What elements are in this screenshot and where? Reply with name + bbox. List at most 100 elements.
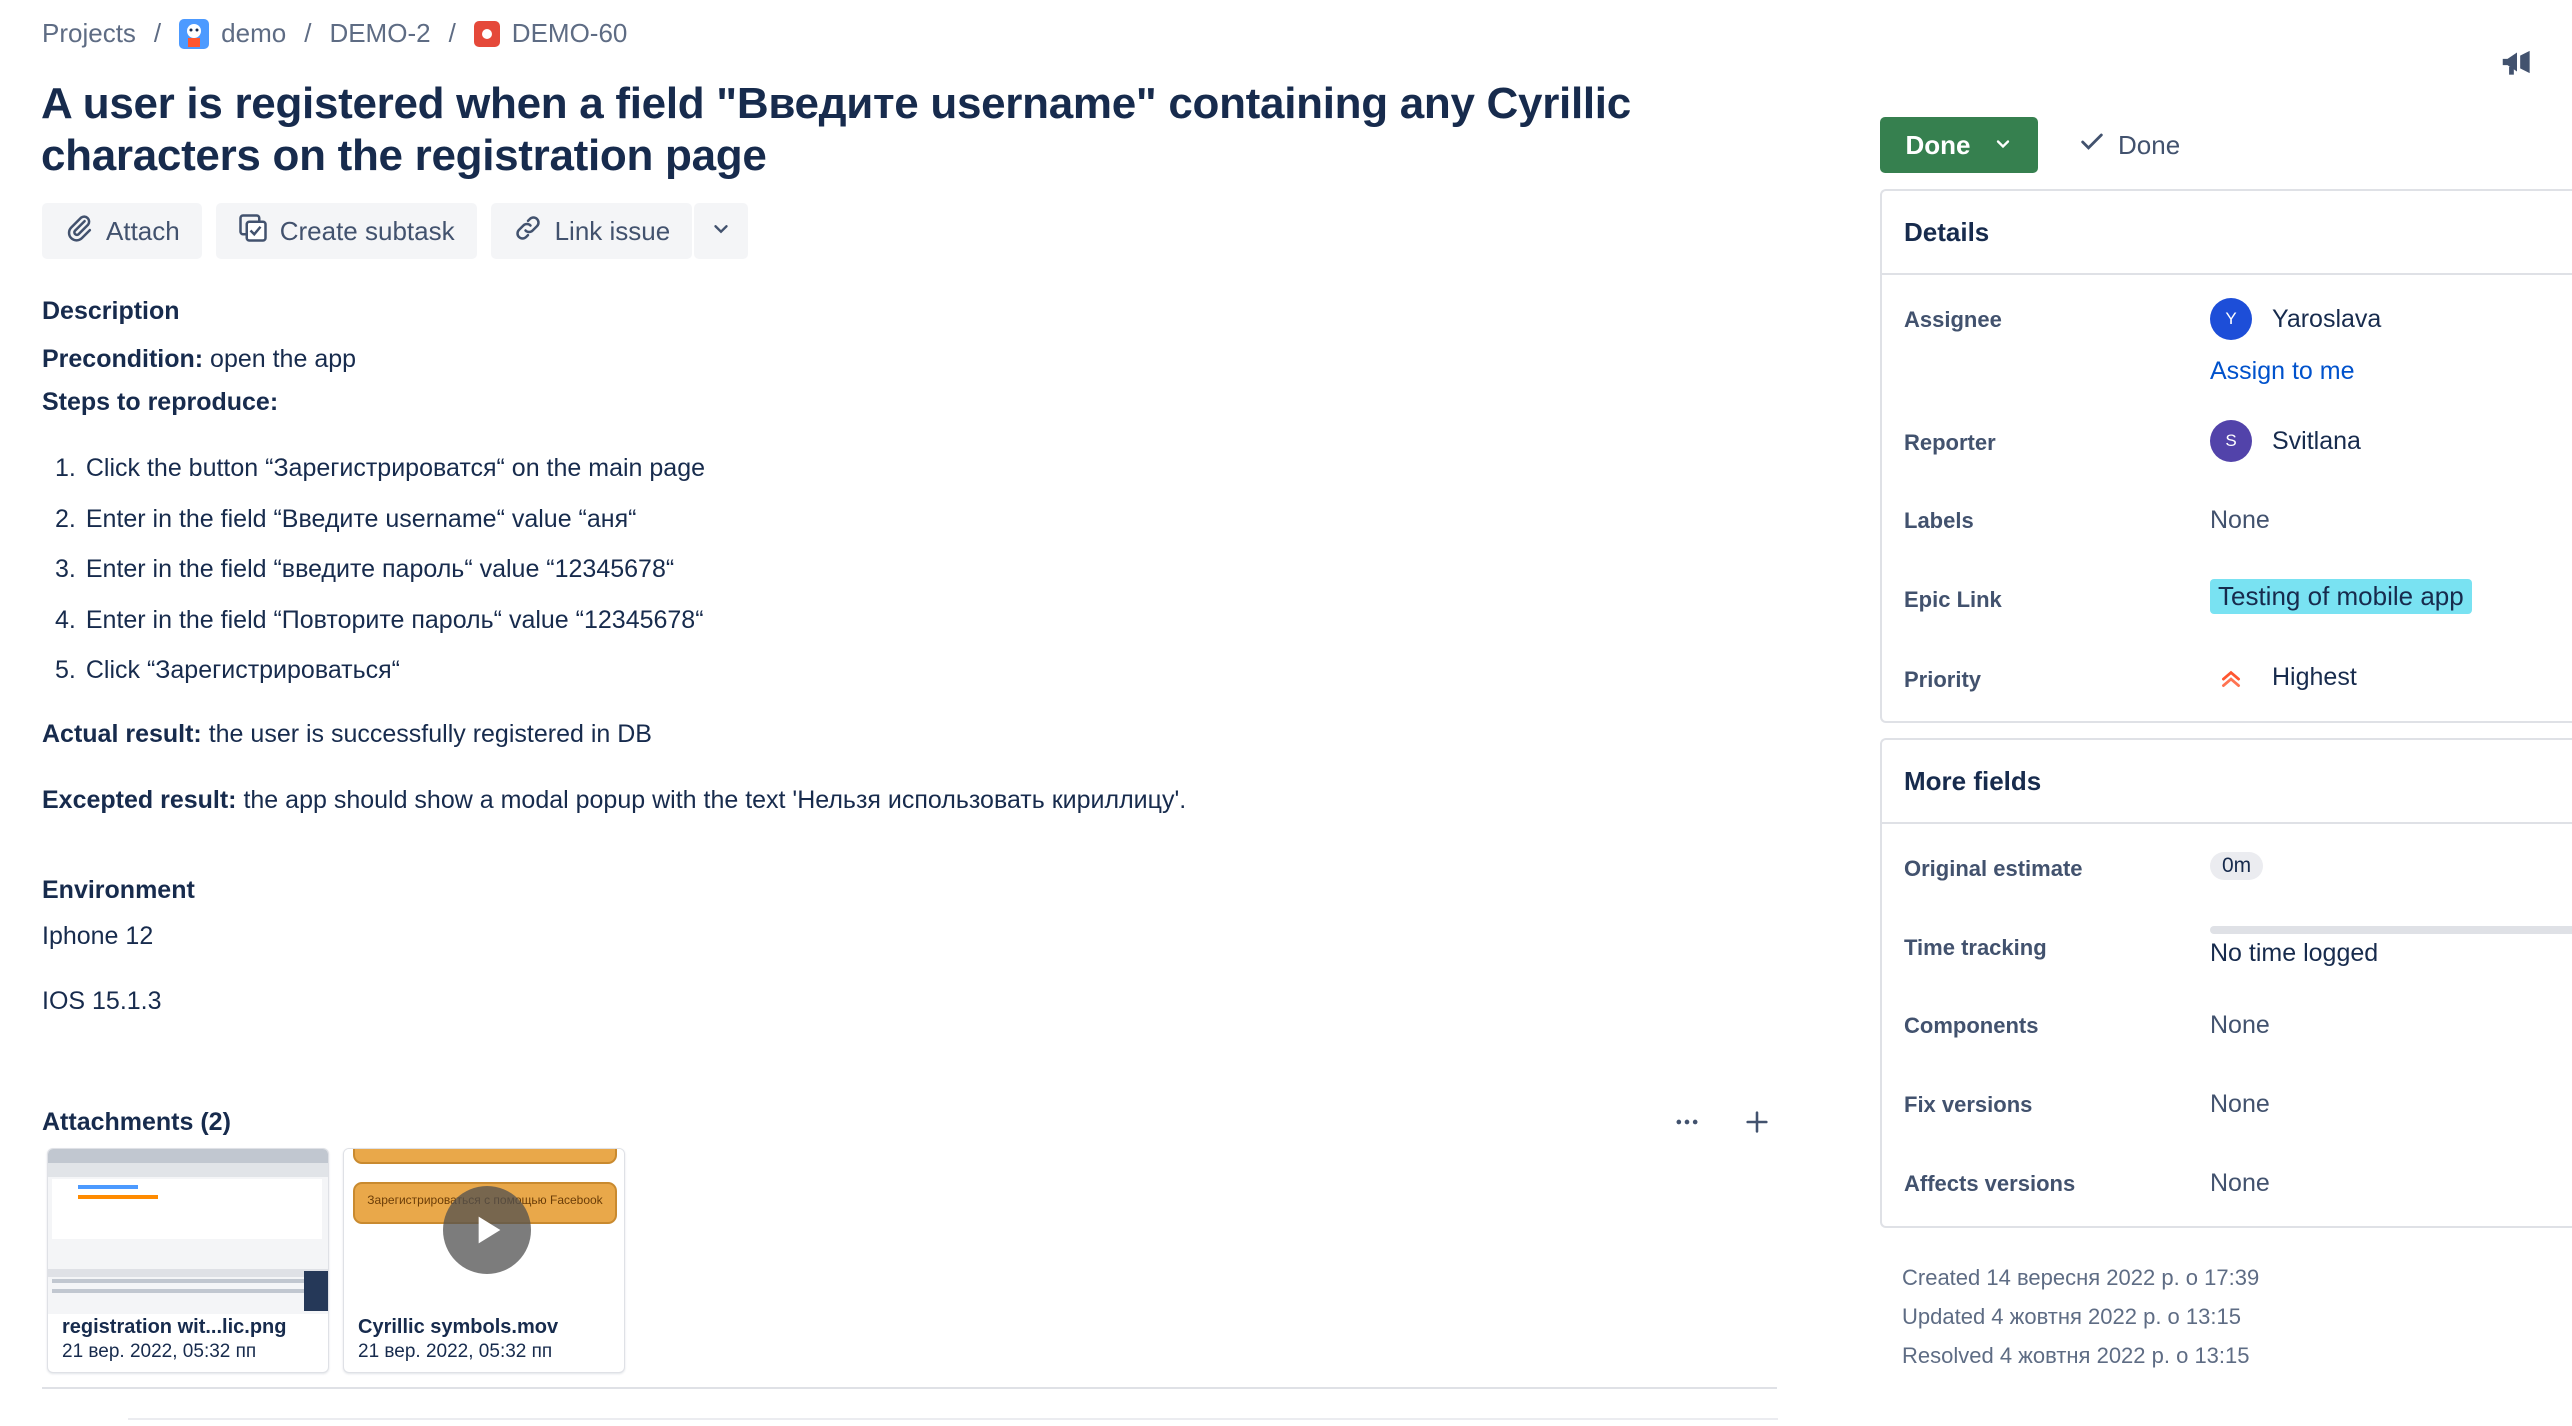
affects-versions-value[interactable]: None — [2210, 1169, 2270, 1198]
step-text: Click “Зарегистрироваться“ — [85, 656, 401, 684]
details-heading[interactable]: Details — [1882, 191, 2572, 275]
page-title[interactable]: A user is registered when a field "Введи… — [41, 78, 1761, 182]
create-subtask-label: Create subtask — [279, 215, 455, 246]
reporter-name: Svitlana — [2272, 426, 2361, 455]
labels-value[interactable]: None — [2210, 506, 2270, 535]
labels-label: Labels — [1904, 508, 1974, 533]
epic-lozenge[interactable]: Testing of mobile app — [2210, 579, 2472, 614]
breadcrumb-projects[interactable]: Projects — [42, 18, 136, 49]
project-avatar-icon — [179, 18, 210, 49]
time-tracking-bar[interactable] — [2210, 926, 2572, 934]
image-thumbnail — [48, 1149, 328, 1314]
environment-device: Iphone 12 — [42, 922, 154, 950]
attachments-heading: Attachments (2) — [42, 1107, 231, 1136]
priority-highest-icon — [2210, 665, 2252, 691]
avatar: S — [2210, 420, 2252, 462]
list-item: 3. Enter in the field “введите пароль“ va… — [55, 549, 705, 600]
divider — [42, 1387, 1777, 1389]
add-attachment-icon[interactable] — [1737, 1102, 1777, 1142]
components-value[interactable]: None — [2210, 1011, 2270, 1040]
attachment-name: registration wit...lic.png — [62, 1316, 287, 1338]
reporter-value[interactable]: S Svitlana — [2210, 420, 2361, 462]
create-subtask-button[interactable]: Create subtask — [215, 203, 477, 259]
fix-versions-value[interactable]: None — [2210, 1090, 2270, 1119]
breadcrumb: Projects / demo / DEMO-2 / DEMO-60 — [42, 18, 627, 49]
megaphone-icon[interactable] — [2495, 40, 2539, 84]
time-tracking-value[interactable]: No time logged — [2210, 939, 2378, 968]
list-item: 2. Enter in the field “Введите username“ … — [55, 499, 705, 550]
components-label: Components — [1904, 1013, 2039, 1038]
assignee-value[interactable]: Y Yaroslava — [2210, 298, 2381, 340]
attachment-card[interactable]: registration wit...lic.png 21 вер. 2022,… — [47, 1148, 329, 1373]
list-item: 5. Click “Зарегистрироваться“ — [55, 650, 705, 701]
link-issue-button[interactable]: Link issue — [490, 203, 693, 259]
priority-value[interactable]: Highest — [2210, 663, 2357, 692]
assign-to-me-link[interactable]: Assign to me — [2210, 357, 2355, 386]
attachment-meta: Cyrillic symbols.mov 21 вер. 2022, 05:32… — [358, 1314, 558, 1364]
bug-icon — [473, 20, 500, 47]
step-number: 3. — [55, 555, 76, 583]
steps-label: Steps to reproduce: — [42, 388, 279, 416]
more-fields-panel: More fields Original estimate 0m Time tr… — [1880, 738, 2572, 1228]
breadcrumb-separator: / — [153, 18, 162, 48]
attachment-name: Cyrillic symbols.mov — [358, 1316, 559, 1338]
reporter-label: Reporter — [1904, 430, 1996, 455]
estimate-lozenge: 0m — [2210, 852, 2264, 880]
status-label: Done — [1905, 129, 1971, 160]
divider — [128, 1418, 1778, 1420]
video-thumbnail: Зарегистрироваться с помощью Facebook — [344, 1149, 624, 1314]
precondition-label: Precondition: — [42, 345, 204, 373]
epic-link-label: Epic Link — [1904, 587, 2002, 612]
original-estimate-value[interactable]: 0m — [2210, 852, 2264, 880]
attach-button[interactable]: Attach — [42, 203, 202, 259]
breadcrumb-epic[interactable]: DEMO-2 — [329, 18, 430, 49]
step-number: 1. — [55, 454, 76, 482]
precondition-value: open the app — [203, 345, 357, 373]
status-row: Done Done — [1880, 117, 2180, 173]
chevron-down-icon — [1993, 130, 2013, 161]
status-button[interactable]: Done — [1880, 117, 2038, 173]
actual-result-label: Actual result: — [42, 720, 202, 748]
expected-result-value: the app should show a modal popup with t… — [236, 786, 1187, 814]
breadcrumb-project[interactable]: demo — [179, 18, 286, 49]
attachments-header: Attachments (2) — [42, 1102, 1777, 1142]
step-text: Enter in the field “Повторите пароль“ va… — [85, 605, 704, 634]
attachment-card[interactable]: Зарегистрироваться с помощью Facebook Cy… — [343, 1148, 625, 1373]
attachment-date: 21 вер. 2022, 05:32 пп — [62, 1341, 257, 1362]
resolution: Done — [2078, 128, 2180, 163]
resolution-label: Done — [2118, 129, 2181, 160]
steps-heading: Steps to reproduce: — [42, 388, 278, 417]
affects-versions-label: Affects versions — [1904, 1171, 2076, 1196]
priority-name: Highest — [2272, 663, 2357, 691]
breadcrumb-issue[interactable]: DEMO-60 — [473, 18, 628, 49]
expected-result-label: Excepted result: — [42, 786, 237, 814]
chevron-down-icon — [710, 216, 732, 247]
more-actions-dropdown[interactable] — [694, 203, 749, 259]
breadcrumb-issue-label: DEMO-60 — [511, 18, 628, 48]
step-text: Click the button “Зарегистрироватся“ on … — [85, 454, 705, 482]
attachments-list: registration wit...lic.png 21 вер. 2022,… — [47, 1148, 625, 1373]
link-icon — [513, 213, 543, 250]
attach-label: Attach — [106, 215, 180, 246]
more-icon[interactable] — [1667, 1102, 1707, 1142]
epic-link-value[interactable]: Testing of mobile app — [2210, 579, 2472, 614]
actual-result: Actual result: the user is successfully … — [42, 720, 652, 749]
attachment-meta: registration wit...lic.png 21 вер. 2022,… — [62, 1314, 286, 1364]
precondition: Precondition: open the app — [42, 345, 356, 374]
link-issue-label: Link issue — [554, 215, 671, 246]
list-item: 4. Enter in the field “Повторите пароль“ … — [55, 600, 705, 651]
play-icon[interactable] — [443, 1186, 531, 1274]
step-number: 5. — [55, 656, 76, 684]
attachment-date: 21 вер. 2022, 05:32 пп — [358, 1341, 553, 1362]
more-fields-heading[interactable]: More fields — [1882, 740, 2572, 824]
time-tracking-label: Time tracking — [1904, 935, 2047, 960]
subtask-icon — [238, 213, 268, 250]
step-number: 2. — [55, 504, 76, 533]
breadcrumb-project-label: demo — [221, 18, 287, 48]
description-heading: Description — [42, 297, 180, 325]
details-panel: Details Assignee Y Yaroslava Assign to m… — [1880, 189, 2572, 723]
created-date: Created 14 вересня 2022 р. о 17:39 — [1902, 1265, 2260, 1290]
list-item: 1. Click the button “Зарегистрироватся“ o… — [55, 448, 705, 499]
link-issue-group: Link issue — [490, 203, 749, 259]
attachments-actions — [1667, 1102, 1777, 1142]
